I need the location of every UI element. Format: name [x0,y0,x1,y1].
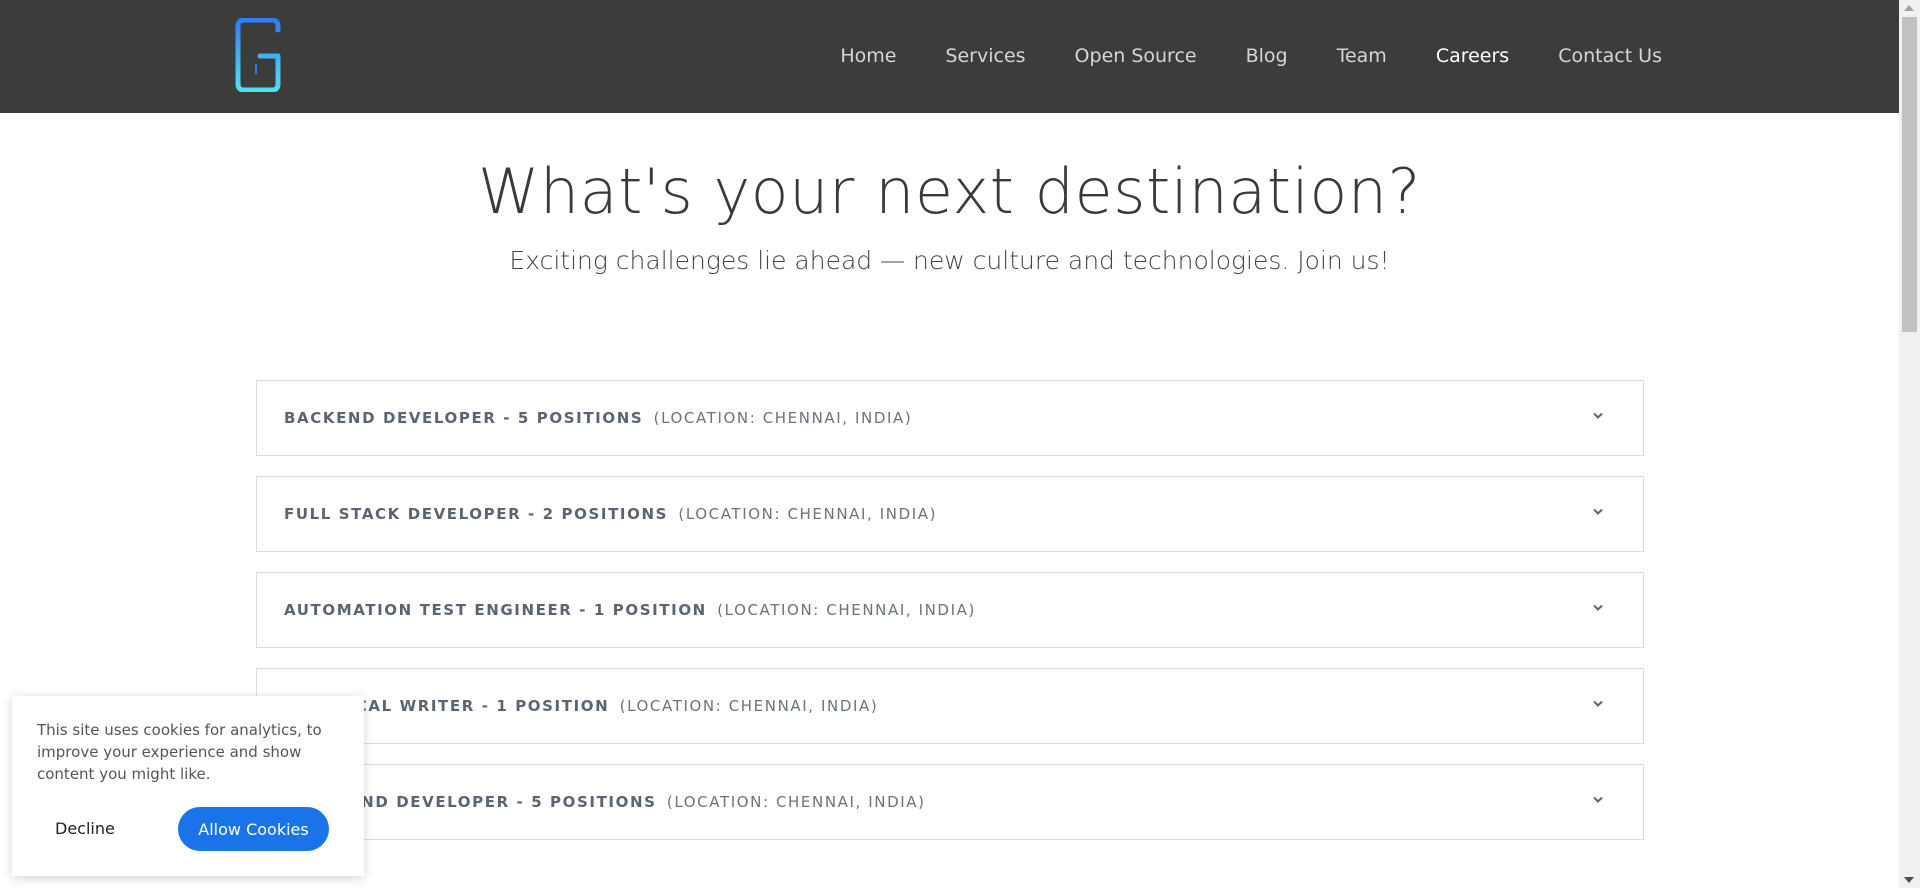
nav-open-source[interactable]: Open Source [1075,0,1197,113]
job-role: FULL STACK DEVELOPER - 2 POSITIONS [284,505,668,523]
job-role: AUTOMATION TEST ENGINEER - 1 POSITION [284,601,707,619]
scroll-up-arrow-icon[interactable] [1904,5,1914,11]
chevron-down-icon[interactable] [1593,700,1603,708]
job-item-backend-developer[interactable]: BACKEND DEVELOPER - 5 POSITIONS (LOCATIO… [256,380,1644,456]
job-location: (LOCATION: CHENNAI, INDIA) [717,601,976,619]
site-header: Home Services Open Source Blog Team Care… [0,0,1899,113]
job-title: BACKEND DEVELOPER - 5 POSITIONS (LOCATIO… [284,381,912,455]
main-nav: Home Services Open Source Blog Team Care… [791,0,1662,113]
vertical-scrollbar[interactable] [1899,0,1920,888]
nav-blog[interactable]: Blog [1246,0,1288,113]
nav-careers[interactable]: Careers [1436,0,1509,113]
nav-contact-us[interactable]: Contact Us [1558,0,1662,113]
job-openings-accordion: BACKEND DEVELOPER - 5 POSITIONS (LOCATIO… [256,380,1644,860]
chevron-down-icon[interactable] [1593,604,1603,612]
job-item-technical-writer[interactable]: TECHNICAL WRITER - 1 POSITION (LOCATION:… [256,668,1644,744]
job-title: TECHNICAL WRITER - 1 POSITION (LOCATION:… [284,669,878,743]
nav-team[interactable]: Team [1337,0,1387,113]
job-item-full-stack-developer[interactable]: FULL STACK DEVELOPER - 2 POSITIONS (LOCA… [256,476,1644,552]
cookie-message: This site uses cookies for analytics, to… [37,721,322,783]
home-logo-link[interactable] [234,18,282,92]
job-location: (LOCATION: CHENNAI, INDIA) [666,793,926,811]
chevron-down-icon[interactable] [1593,796,1603,804]
job-item-automation-test-engineer[interactable]: AUTOMATION TEST ENGINEER - 1 POSITION (L… [256,572,1644,648]
job-location: (LOCATION: CHENNAI, INDIA) [653,409,913,427]
job-role: BACKEND DEVELOPER - 5 POSITIONS [284,409,644,427]
job-location: (LOCATION: CHENNAI, INDIA) [619,697,879,715]
page: Home Services Open Source Blog Team Care… [0,0,1920,888]
chevron-down-icon[interactable] [1593,508,1603,516]
chevron-down-icon[interactable] [1593,412,1603,420]
page-subtitle: Exciting challenges lie ahead — new cult… [509,246,1390,275]
allow-cookies-button[interactable]: Allow Cookies [178,807,329,851]
scroll-down-arrow-icon[interactable] [1904,877,1914,883]
job-title: AUTOMATION TEST ENGINEER - 1 POSITION (L… [284,573,976,647]
page-title: What's your next destination? [478,155,1421,228]
decline-cookies-button[interactable]: Decline [43,807,127,851]
scrollbar-thumb[interactable] [1902,17,1917,332]
g-logo-icon [235,18,281,92]
cookie-consent-banner: This site uses cookies for analytics, to… [12,696,364,876]
nav-services[interactable]: Services [945,0,1025,113]
job-title: FRONTEND DEVELOPER - 5 POSITIONS (LOCATI… [284,765,926,839]
job-title: FULL STACK DEVELOPER - 2 POSITIONS (LOCA… [284,477,937,551]
job-location: (LOCATION: CHENNAI, INDIA) [678,505,938,523]
nav-home[interactable]: Home [840,0,896,113]
job-item-frontend-developer[interactable]: FRONTEND DEVELOPER - 5 POSITIONS (LOCATI… [256,764,1644,840]
